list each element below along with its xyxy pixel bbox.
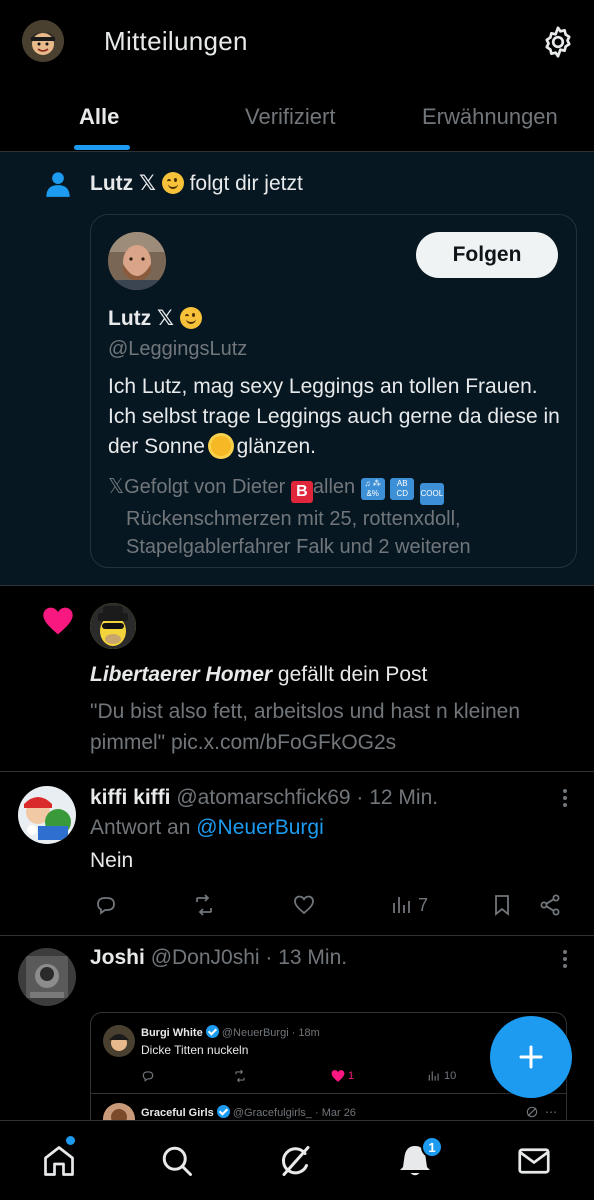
followed-by-line3: Stapelgablerfahrer Falk und 2 weiteren [126, 536, 471, 558]
follow-action-text: folgt dir jetzt [189, 172, 303, 195]
reply-prefix: Antwort an [90, 816, 191, 839]
bookmark-icon [495, 895, 509, 916]
more-options-icon[interactable] [562, 950, 568, 970]
follower-name[interactable]: Lutz 𝕏 [90, 172, 156, 195]
tweet-meta: @DonJ0shi · 13 Min. [150, 946, 348, 969]
tab-bar: Alle Verifiziert Erwähnungen [0, 86, 594, 152]
liker-name[interactable]: Libertaerer Homer [90, 663, 272, 686]
card-name-text: Lutz 𝕏 [108, 307, 174, 330]
symbols-emoji-icon: ♫ ⁂ &% [360, 478, 385, 500]
card-bio: Ich Lutz, mag sexy Leggings an tollen Fr… [108, 372, 563, 462]
person-icon [46, 172, 70, 197]
profile-avatar[interactable] [22, 20, 64, 62]
tab-alle[interactable]: Alle [79, 104, 119, 130]
plus-icon [519, 1045, 543, 1069]
embedded-reply-icon [141, 1069, 155, 1083]
cool-emoji-icon: COOL [419, 483, 444, 505]
page-title: Mitteilungen [104, 26, 248, 56]
bookmark-button[interactable] [490, 890, 514, 920]
reply-handle-link[interactable]: @NeuerBurgi [196, 816, 324, 839]
verified-badge-icon [205, 1025, 219, 1038]
bio-text-end: glänzen. [236, 435, 317, 458]
tweet-text: Nein [90, 849, 134, 872]
notification-count-badge: 1 [421, 1136, 443, 1158]
tweet-header: Joshi @DonJ0shi · 13 Min. [90, 946, 347, 970]
embedded-grok-icon [525, 1105, 539, 1119]
follow-text: Lutz 𝕏 folgt dir jetzt [90, 171, 303, 196]
repost-button[interactable] [192, 890, 216, 920]
followed-by-mid: allen [312, 476, 356, 498]
home-icon[interactable] [41, 1143, 77, 1179]
followed-by-prefix: 𝕏Gefolgt von Dieter [108, 476, 286, 498]
repost-icon [196, 894, 212, 916]
header: Mitteilungen Alle Verifiziert Erwähnunge… [0, 0, 594, 152]
tweet-author-name[interactable]: kiffi kiffi [90, 786, 171, 809]
verified-badge-icon [216, 1105, 230, 1118]
gear-icon[interactable] [540, 24, 576, 60]
grok-icon[interactable] [278, 1143, 314, 1179]
liker-avatar[interactable] [90, 603, 136, 649]
tweet-actions: 7 [90, 890, 570, 920]
embedded-text: Dicke Titten nuckeln [141, 1043, 249, 1057]
share-icon [540, 894, 560, 916]
embedded-avatar [103, 1025, 135, 1057]
tweet-meta: @atomarschfick69 · 12 Min. [176, 786, 439, 809]
wink-emoji-icon [179, 307, 202, 329]
sun-emoji-icon [210, 436, 231, 456]
home-unread-dot [66, 1136, 75, 1145]
like-action-text: gefällt dein Post [277, 663, 428, 686]
embedded-views-icon [428, 1071, 439, 1081]
card-name[interactable]: Lutz 𝕏 [108, 306, 202, 331]
share-button[interactable] [538, 890, 562, 920]
embedded-more-icon: ⋯ [545, 1105, 557, 1119]
embedded-like: 1 [331, 1069, 354, 1083]
views-icon [393, 897, 410, 913]
bio-text: Ich Lutz, mag sexy Leggings an tollen Fr… [108, 375, 560, 458]
embedded-author-name: Burgi White [141, 1027, 203, 1039]
messages-icon[interactable] [516, 1143, 552, 1179]
embedded-meta: @NeuerBurgi · 18m [221, 1027, 320, 1039]
b-emoji-icon: B [290, 481, 313, 503]
tweet-author-avatar[interactable] [18, 786, 76, 844]
compose-button[interactable] [490, 1016, 572, 1098]
liked-post-preview[interactable]: "Du bist also fett, arbeitslos und hast … [90, 696, 560, 758]
embedded-views-count: 10 [444, 1070, 457, 1082]
tweet-header: kiffi kiffi @atomarschfick69 · 12 Min. [90, 786, 438, 810]
search-icon[interactable] [159, 1143, 195, 1179]
reply-icon [97, 897, 115, 915]
tweet-author-avatar[interactable] [18, 948, 76, 1006]
bottom-navigation [0, 1120, 594, 1200]
more-options-icon[interactable] [562, 789, 568, 809]
embedded-heart-icon [331, 1070, 345, 1082]
tab-erwaehnungen[interactable]: Erwähnungen [422, 104, 558, 130]
abcd-emoji-icon: AB CD [390, 478, 415, 500]
wink-emoji-icon [161, 172, 184, 194]
embedded-repost-icon [233, 1069, 247, 1083]
tweet-author-name[interactable]: Joshi [90, 946, 145, 969]
embedded-author-name-2: Graceful Girls [141, 1107, 214, 1119]
user-avatar[interactable] [108, 232, 166, 290]
embedded-author: Burgi White @NeuerBurgi · 18m [141, 1025, 320, 1039]
views-count: 7 [418, 894, 429, 915]
reply-button[interactable] [94, 890, 118, 920]
card-handle[interactable]: @LeggingsLutz [108, 338, 247, 361]
embedded-meta-2: @Gracefulgirls_ · Mar 26 [232, 1107, 356, 1119]
embedded-like-count: 1 [348, 1070, 355, 1082]
tab-verifiziert[interactable]: Verifiziert [245, 104, 335, 130]
embedded-avatar-2 [103, 1103, 135, 1120]
embedded-author-2: Graceful Girls @Gracefulgirls_ · Mar 26 [141, 1105, 356, 1119]
followed-by-line2: Rückenschmerzen mit 25, rottenxdoll, [126, 508, 461, 530]
follow-button[interactable]: Folgen [416, 232, 558, 278]
embedded-views: 10 [427, 1069, 456, 1083]
views-button[interactable]: 7 [390, 890, 428, 920]
embedded-divider [91, 1093, 566, 1094]
like-text: Libertaerer Homer gefällt dein Post [90, 663, 427, 687]
like-button[interactable] [292, 890, 316, 920]
active-tab-indicator [74, 145, 130, 150]
heart-icon [43, 607, 73, 635]
heart-outline-icon [294, 895, 314, 915]
reply-context: Antwort an @NeuerBurgi [90, 816, 324, 840]
followed-by[interactable]: 𝕏Gefolgt von Dieter Ballen ♫ ⁂ &% AB CD CO… [108, 473, 568, 561]
